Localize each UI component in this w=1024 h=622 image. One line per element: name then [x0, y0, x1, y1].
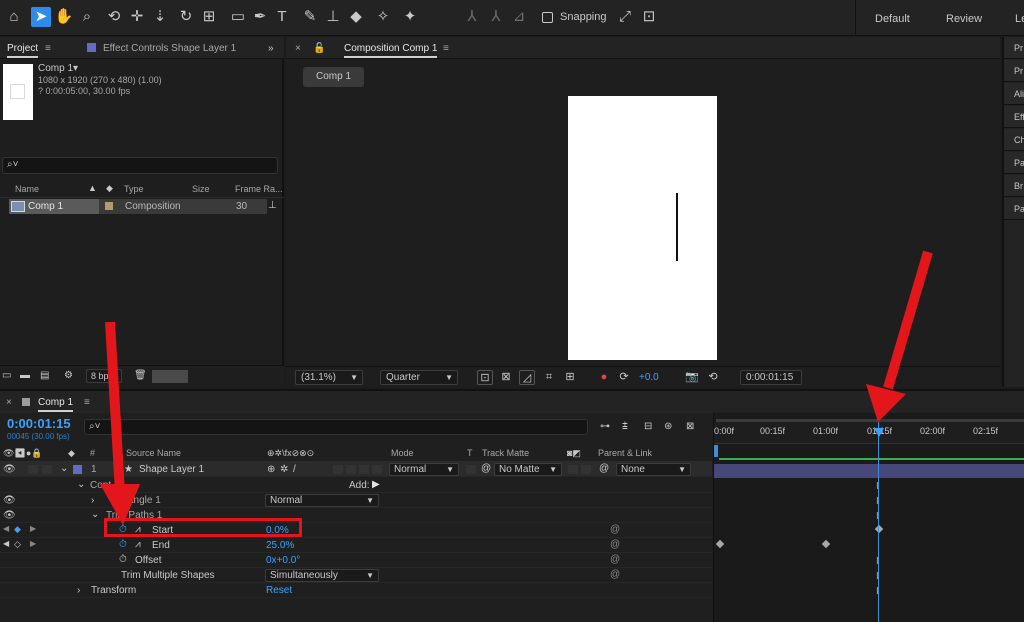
- arrow-shaft-right: [883, 250, 933, 390]
- annotation-arrows: [100, 250, 933, 525]
- arrow-shaft-left: [105, 321, 125, 493]
- arrow-head-right: [866, 384, 906, 422]
- arrow-head-left: [100, 484, 140, 525]
